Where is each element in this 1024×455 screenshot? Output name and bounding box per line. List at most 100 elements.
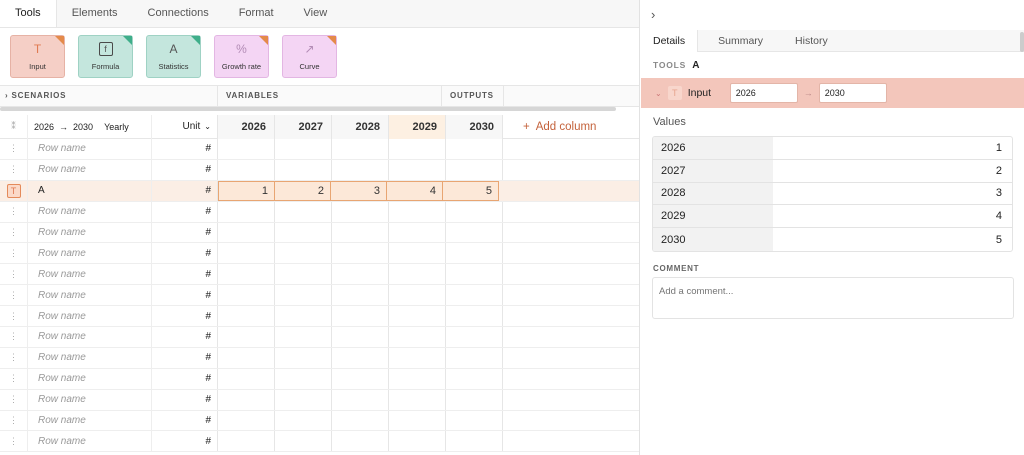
table-row[interactable]: ⋮ Row name # bbox=[0, 201, 639, 223]
year-header-2030[interactable]: 2030 bbox=[446, 114, 503, 139]
value-cell[interactable] bbox=[218, 243, 275, 264]
table-row[interactable]: ⋮ Row name # bbox=[0, 410, 639, 432]
value-cell[interactable] bbox=[275, 368, 332, 389]
value-row[interactable]: 2029 4 bbox=[653, 205, 1012, 229]
value-cell[interactable] bbox=[275, 159, 332, 180]
value-cell[interactable] bbox=[446, 368, 503, 389]
unit-cell[interactable]: # bbox=[152, 243, 218, 264]
table-row[interactable]: ⋮ Row name # bbox=[0, 306, 639, 328]
value-cell[interactable] bbox=[389, 243, 446, 264]
unit-cell[interactable]: # bbox=[152, 159, 218, 180]
horizontal-scrollbar[interactable] bbox=[0, 107, 616, 111]
table-row[interactable]: ⋮ Row name # bbox=[0, 285, 639, 307]
value-cell[interactable] bbox=[389, 306, 446, 327]
unit-cell[interactable]: # bbox=[152, 410, 218, 431]
value-field[interactable]: 5 bbox=[773, 228, 1012, 251]
year-header-2026[interactable]: 2026 bbox=[218, 114, 275, 139]
value-cell[interactable] bbox=[332, 285, 389, 306]
tab-history[interactable]: History bbox=[783, 30, 840, 52]
drag-handle[interactable]: ⋮ bbox=[0, 139, 28, 159]
scenarios-section-toggle[interactable]: › SCENARIOS bbox=[0, 86, 218, 106]
value-cell[interactable] bbox=[218, 410, 275, 431]
unit-cell[interactable]: # bbox=[152, 306, 218, 327]
value-cell[interactable] bbox=[275, 327, 332, 347]
table-row[interactable]: ⋮ Row name # bbox=[0, 389, 639, 411]
row-name-cell[interactable]: Row name bbox=[28, 306, 152, 327]
drag-handle[interactable]: ⋮ bbox=[0, 306, 28, 327]
row-name-cell[interactable]: A bbox=[28, 180, 152, 201]
row-name-cell[interactable]: Row name bbox=[28, 347, 152, 368]
value-row[interactable]: 2028 3 bbox=[653, 182, 1012, 206]
value-cell[interactable] bbox=[275, 201, 332, 222]
value-cell[interactable] bbox=[218, 306, 275, 327]
value-cell[interactable] bbox=[389, 431, 446, 452]
row-name-cell[interactable]: Row name bbox=[28, 222, 152, 243]
unit-column-header[interactable]: Unit ⌄ bbox=[152, 114, 218, 139]
drag-handle[interactable]: ⋮ bbox=[0, 431, 28, 452]
period-selector[interactable]: 2026 → 2030 Yearly bbox=[28, 114, 152, 139]
value-cell[interactable] bbox=[446, 306, 503, 327]
table-row[interactable]: ⋮ Row name # bbox=[0, 139, 639, 160]
drag-handle[interactable]: ⋮ bbox=[0, 410, 28, 431]
drag-handle[interactable]: T bbox=[0, 180, 28, 201]
value-cell[interactable] bbox=[332, 139, 389, 159]
value-cell[interactable] bbox=[218, 285, 275, 306]
drag-handle[interactable]: ⋮ bbox=[0, 243, 28, 264]
row-name-cell[interactable]: Row name bbox=[28, 410, 152, 431]
value-cell[interactable] bbox=[389, 201, 446, 222]
table-row[interactable]: ⋮ Row name # bbox=[0, 347, 639, 369]
value-field[interactable]: 1 bbox=[773, 137, 1012, 159]
value-cell[interactable] bbox=[332, 264, 389, 285]
unit-cell[interactable]: # bbox=[152, 201, 218, 222]
value-cell[interactable] bbox=[332, 243, 389, 264]
value-cell[interactable] bbox=[389, 389, 446, 410]
drag-handle[interactable]: ⋮ bbox=[0, 389, 28, 410]
drag-handle[interactable]: ⋮ bbox=[0, 285, 28, 306]
drag-handle[interactable]: ⋮ bbox=[0, 368, 28, 389]
table-row[interactable]: ⋮ Row name # bbox=[0, 368, 639, 390]
value-cell[interactable] bbox=[332, 159, 389, 180]
value-cell[interactable] bbox=[389, 410, 446, 431]
unit-cell[interactable]: # bbox=[152, 327, 218, 347]
value-cell[interactable] bbox=[218, 264, 275, 285]
drag-handle[interactable]: ⋮ bbox=[0, 347, 28, 368]
add-column-button[interactable]: + Add column bbox=[503, 121, 596, 133]
value-cell[interactable] bbox=[446, 347, 503, 368]
drag-handle[interactable]: ⋮ bbox=[0, 327, 28, 347]
value-row[interactable]: 2026 1 bbox=[653, 137, 1012, 160]
tab-tools[interactable]: Tools bbox=[0, 0, 57, 27]
table-row[interactable]: ⋮ Row name # bbox=[0, 264, 639, 286]
unit-cell[interactable]: # bbox=[152, 431, 218, 452]
table-row[interactable]: T A #1 2 3 4 5 bbox=[0, 180, 639, 202]
value-field[interactable]: 2 bbox=[773, 160, 1012, 182]
curve-tool-button[interactable]: ↗ Curve bbox=[282, 35, 337, 78]
value-cell[interactable] bbox=[446, 431, 503, 452]
value-cell[interactable] bbox=[389, 264, 446, 285]
value-cell[interactable] bbox=[446, 139, 503, 159]
value-cell[interactable] bbox=[275, 243, 332, 264]
value-cell[interactable] bbox=[218, 159, 275, 180]
year-to[interactable]: 2030 bbox=[73, 122, 93, 132]
year-header-2029[interactable]: 2029 bbox=[389, 114, 446, 139]
value-row[interactable]: 2027 2 bbox=[653, 159, 1012, 183]
value-cell[interactable]: 2 bbox=[274, 180, 331, 201]
row-name-cell[interactable]: Row name bbox=[28, 431, 152, 452]
table-row[interactable]: ⋮ Row name # bbox=[0, 243, 639, 265]
year-from[interactable]: 2026 bbox=[34, 122, 54, 132]
value-cell[interactable] bbox=[446, 389, 503, 410]
unit-cell[interactable]: # bbox=[152, 389, 218, 410]
tab-view[interactable]: View bbox=[289, 0, 343, 27]
input-tool-button[interactable]: T Input bbox=[10, 35, 65, 78]
value-cell[interactable] bbox=[218, 222, 275, 243]
row-name-cell[interactable]: Row name bbox=[28, 389, 152, 410]
value-cell[interactable] bbox=[218, 347, 275, 368]
value-cell[interactable] bbox=[332, 327, 389, 347]
value-cell[interactable] bbox=[446, 222, 503, 243]
value-cell[interactable] bbox=[332, 410, 389, 431]
value-cell[interactable] bbox=[446, 285, 503, 306]
value-cell[interactable]: 5 bbox=[442, 180, 499, 201]
drag-handle[interactable]: ⋮ bbox=[0, 222, 28, 243]
tab-details[interactable]: Details bbox=[641, 29, 699, 52]
row-name-cell[interactable]: Row name bbox=[28, 139, 152, 159]
row-name-cell[interactable]: Row name bbox=[28, 368, 152, 389]
